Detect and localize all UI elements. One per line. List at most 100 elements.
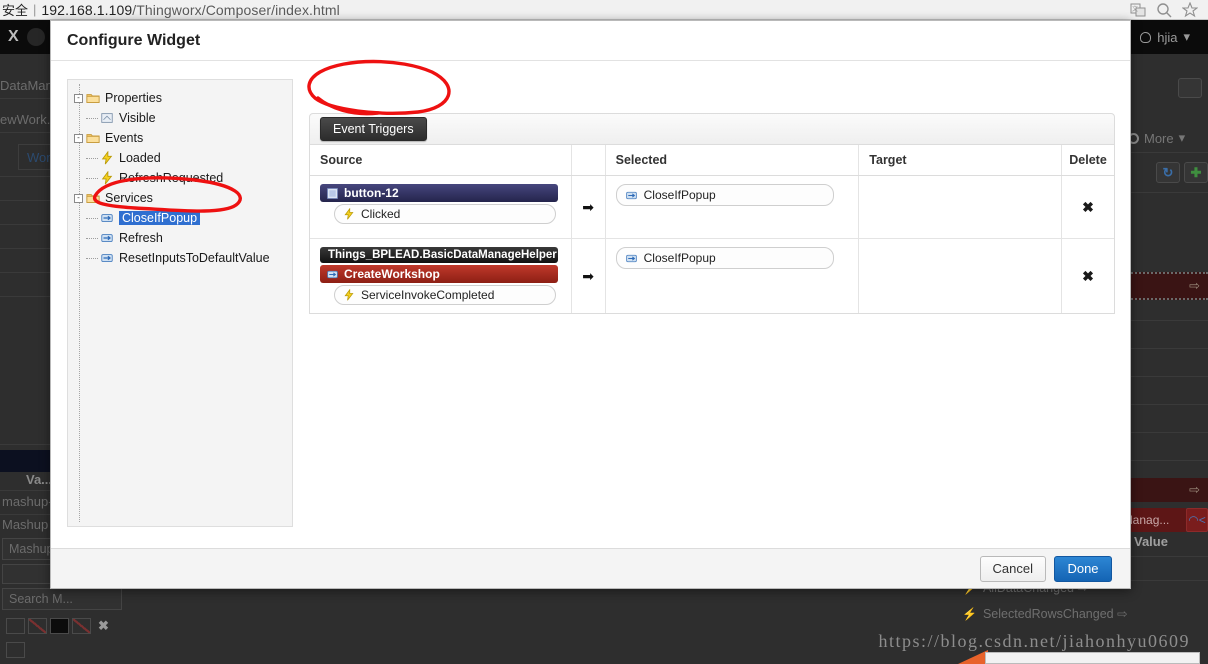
bg-more-label: More — [1144, 130, 1174, 146]
selected-service-chip[interactable]: CloseIfPopup — [615, 247, 834, 269]
bg-add-button[interactable]: ✚ — [1184, 162, 1208, 183]
cell-target[interactable] — [859, 239, 1063, 313]
security-label: 安全 — [2, 3, 29, 18]
tab-event-triggers-label: Event Triggers — [333, 122, 414, 136]
bg-checkbox[interactable] — [6, 642, 25, 658]
cell-source[interactable]: Things_BPLEAD.BasicDataManageHelper Crea… — [310, 239, 572, 313]
bg-search-placeholder: Search M... — [9, 592, 73, 606]
app-close-icon[interactable]: X — [0, 28, 27, 46]
delete-row-button[interactable]: ✖ — [1082, 268, 1094, 285]
event-bolt-icon — [344, 289, 354, 301]
bg-row-2-label: Mashup — [9, 542, 54, 556]
folder-icon — [86, 94, 100, 103]
entity-tree-panel[interactable]: - Properties Visible - Events Loaded Ref… — [67, 79, 293, 527]
swatch-none-2-icon[interactable] — [72, 618, 91, 634]
tree-label: Properties — [105, 91, 162, 105]
column-header-selected: Selected — [606, 145, 860, 175]
source-service-chip[interactable]: CreateWorkshop — [320, 265, 558, 283]
table-row[interactable]: Things_BPLEAD.BasicDataManageHelper Crea… — [310, 239, 1114, 313]
cancel-button-label: Cancel — [992, 561, 1033, 576]
selected-service-label: CloseIfPopup — [643, 188, 716, 202]
tree-expander-icon[interactable]: - — [74, 193, 83, 203]
done-button[interactable]: Done — [1054, 555, 1112, 582]
bg-event-row-1[interactable]: ⚡ SelectedRowsChanged ⇨ — [962, 606, 1128, 622]
selected-service-chip[interactable]: CloseIfPopup — [615, 184, 834, 206]
user-avatar-icon — [1140, 31, 1152, 43]
service-icon — [101, 214, 113, 222]
address-bar[interactable]: 192.168.1.109/Thingworx/Composer/index.h… — [41, 2, 339, 18]
tree-item-refreshrequested[interactable]: RefreshRequested — [74, 168, 286, 188]
bg-highlighted-row-2[interactable]: ⇨ — [1124, 478, 1208, 502]
share-icon[interactable]: ◠< — [1186, 508, 1208, 532]
cell-selected[interactable]: CloseIfPopup — [606, 176, 860, 238]
source-widget-chip[interactable]: button-12 — [320, 184, 558, 202]
bg-red-entity-bar: lanag... — [1124, 508, 1186, 532]
watermark-text: https://blog.csdn.net/jiahonhyu0609 — [878, 631, 1190, 651]
table-row[interactable]: button-12 Clicked ➡ CloseIfPopup ✖ — [310, 176, 1114, 239]
tree-item-loaded[interactable]: Loaded — [74, 148, 286, 168]
browser-toolbar: 安全 | 192.168.1.109/Thingworx/Composer/in… — [0, 0, 1208, 20]
event-bolt-icon — [344, 208, 354, 220]
tree-item-visible[interactable]: Visible — [74, 108, 286, 128]
cell-delete: ✖ — [1062, 176, 1114, 238]
service-icon — [625, 254, 637, 262]
tree-expander-icon[interactable]: - — [74, 133, 83, 143]
tree-label: Loaded — [119, 151, 161, 165]
column-header-source: Source — [310, 145, 572, 175]
chevron-down-icon: ▾ — [1183, 29, 1190, 44]
arrow-right-icon: ➡ — [582, 198, 595, 215]
tree-item-closeifpopup[interactable]: CloseIfPopup — [74, 208, 286, 228]
service-icon — [625, 191, 637, 199]
swatch-clear-icon[interactable]: ✖ — [98, 618, 109, 634]
cancel-button[interactable]: Cancel — [979, 555, 1046, 582]
bg-breadcrumb-2: ewWork... — [0, 112, 58, 127]
tree-label: Events — [105, 131, 144, 145]
source-event-label: ServiceInvokeCompleted — [361, 288, 495, 302]
tree-item-services[interactable]: - Services — [74, 188, 286, 208]
chevron-down-icon: ▾ — [1178, 130, 1186, 145]
swatch-empty-icon[interactable] — [6, 618, 25, 634]
bg-color-swatches[interactable]: ✖ — [6, 618, 109, 634]
user-menu[interactable]: hjia ▾ — [1140, 29, 1208, 45]
source-entity-chip[interactable]: Things_BPLEAD.BasicDataManageHelper — [320, 247, 558, 263]
bg-event-row-1-label: SelectedRowsChanged ⇨ — [982, 607, 1128, 621]
tree-expander-icon[interactable]: - — [74, 93, 83, 103]
bg-highlighted-row-1[interactable]: ⇨ — [1124, 272, 1208, 300]
tree-label: Services — [105, 191, 153, 205]
cell-target[interactable] — [859, 176, 1063, 238]
cell-delete: ✖ — [1062, 239, 1114, 313]
translate-icon[interactable]: 文 — [1130, 2, 1146, 18]
source-event-chip[interactable]: ServiceInvokeCompleted — [334, 285, 556, 305]
property-icon — [101, 113, 113, 123]
source-widget-label: button-12 — [344, 186, 399, 200]
column-header-delete: Delete — [1069, 153, 1107, 167]
bookmark-star-icon[interactable] — [1182, 1, 1198, 18]
bg-right-button[interactable] — [1178, 78, 1202, 98]
search-icon[interactable] — [1156, 2, 1172, 18]
swatch-none-icon[interactable] — [28, 618, 47, 634]
event-bolt-icon — [101, 171, 113, 185]
tree-item-events[interactable]: - Events — [74, 128, 286, 148]
arrow-right-icon: ➡ — [582, 267, 595, 284]
bg-search-input[interactable]: Search M... — [2, 588, 122, 610]
tab-event-triggers[interactable]: Event Triggers — [320, 117, 427, 141]
delete-row-button[interactable]: ✖ — [1082, 199, 1094, 216]
source-entity-label: Things_BPLEAD.BasicDataManageHelper — [328, 249, 557, 261]
bg-refresh-button[interactable]: ↻ — [1156, 162, 1180, 183]
dialog-footer: Cancel Done — [51, 548, 1130, 588]
cell-source[interactable]: button-12 Clicked — [310, 176, 572, 238]
tree-label: Visible — [119, 111, 156, 125]
browser-icon-group: 文 — [1130, 1, 1208, 18]
tree-item-refresh[interactable]: Refresh — [74, 228, 286, 248]
event-triggers-table: Source Selected Target Delete button-12 — [309, 145, 1115, 314]
swatch-black-icon[interactable] — [50, 618, 69, 634]
url-separator: | — [33, 2, 37, 17]
tree-item-properties[interactable]: - Properties — [74, 88, 286, 108]
tree-item-resetinputstodefaultvalue[interactable]: ResetInputsToDefaultValue — [74, 248, 286, 268]
bg-value-header: Va... — [26, 472, 53, 487]
cell-selected[interactable]: CloseIfPopup — [606, 239, 860, 313]
bg-more-menu[interactable]: More ▾ — [1128, 130, 1185, 146]
folder-icon — [86, 134, 100, 143]
source-event-chip[interactable]: Clicked — [334, 204, 556, 224]
svg-text:文: 文 — [1132, 5, 1138, 13]
